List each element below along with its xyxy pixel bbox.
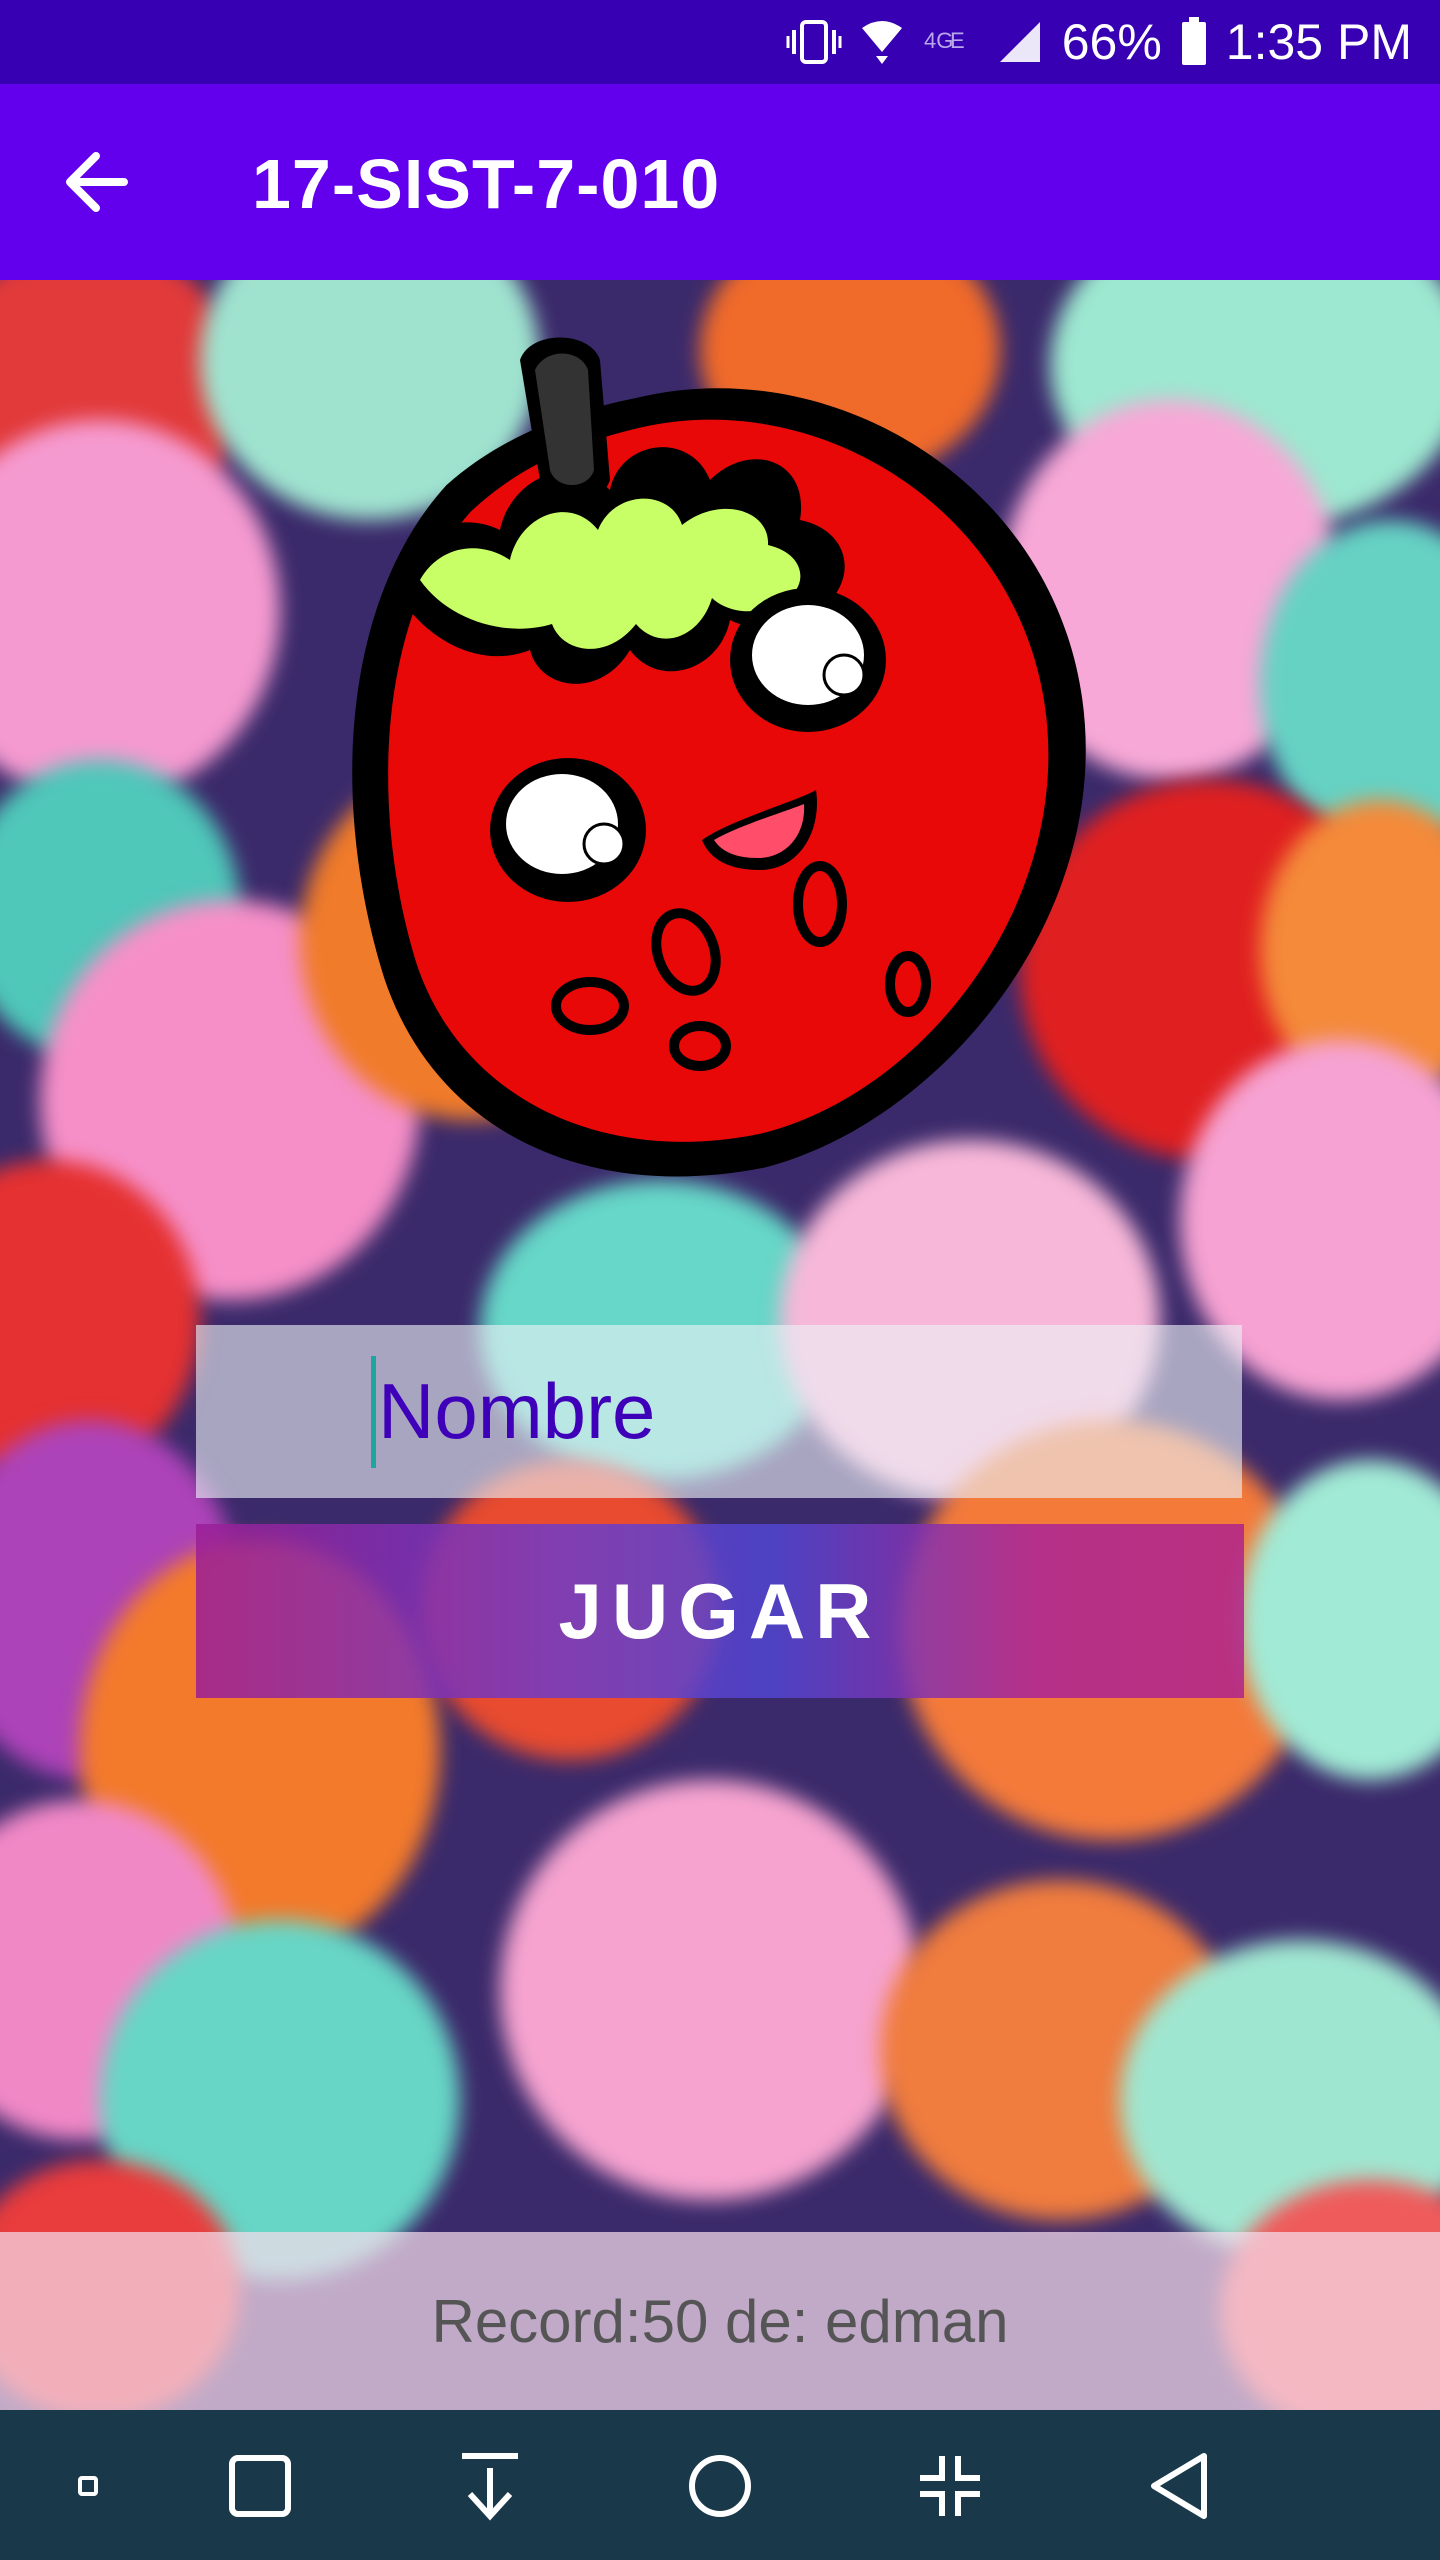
text-caret <box>371 1355 376 1468</box>
signal-icon <box>996 18 1044 66</box>
square-icon[interactable] <box>222 2448 298 2524</box>
back-triangle-icon[interactable] <box>1142 2448 1218 2524</box>
page-title: 17-SIST-7-010 <box>252 145 721 223</box>
home-circle-icon[interactable] <box>682 2448 758 2524</box>
strawberry-logo <box>330 330 1110 1190</box>
battery-icon <box>1180 17 1208 67</box>
collapse-icon[interactable] <box>912 2448 988 2524</box>
download-icon[interactable] <box>452 2448 528 2524</box>
svg-text:E: E <box>950 28 965 53</box>
record-text: Record:50 de: edman <box>431 2287 1009 2355</box>
battery-percent: 66% <box>1061 14 1162 70</box>
app-bar: 17-SIST-7-010 <box>0 84 1440 280</box>
arrow-left-icon[interactable] <box>60 142 140 222</box>
svg-text:4G: 4G <box>924 28 953 53</box>
status-bar: 4G E 66% 1:35 PM <box>0 0 1440 84</box>
name-input[interactable]: Nombre <box>196 1325 1242 1498</box>
clock: 1:35 PM <box>1225 14 1412 70</box>
name-placeholder: Nombre <box>378 1367 656 1455</box>
lte-icon: 4G E <box>922 22 978 62</box>
record-bar: Record:50 de: edman <box>0 2232 1440 2410</box>
navigation-bar <box>0 2410 1440 2560</box>
dot-icon[interactable] <box>50 2448 126 2524</box>
vibrate-icon <box>786 18 842 66</box>
play-button[interactable]: JUGAR <box>196 1524 1244 1698</box>
wifi-icon <box>860 18 904 66</box>
